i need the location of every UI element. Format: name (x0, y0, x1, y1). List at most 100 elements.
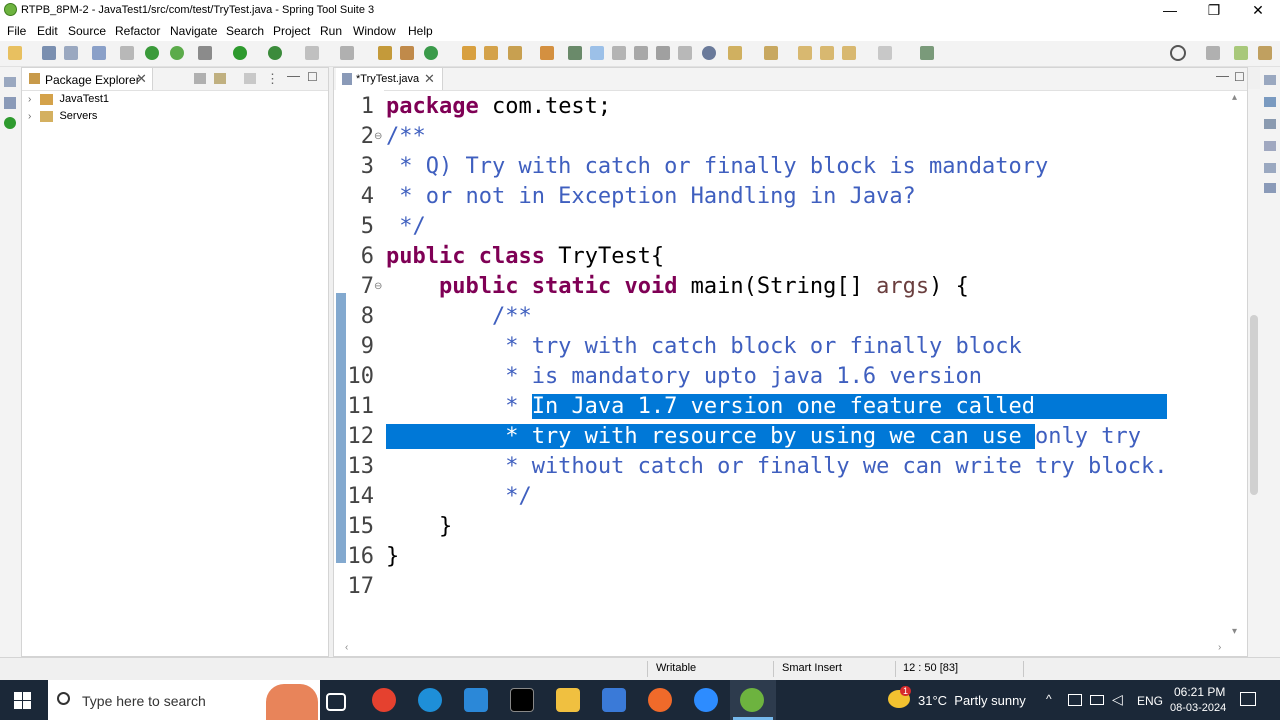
menu-project[interactable]: Project (273, 24, 310, 38)
menu-refactor[interactable]: Refactor (115, 24, 160, 38)
back-history-icon[interactable] (820, 46, 834, 60)
package-explorer-tab[interactable]: Package Explorer ✕ (22, 68, 153, 90)
minimize-view-icon[interactable]: — (287, 68, 300, 83)
fold-toggle-icon[interactable]: ⊖ (374, 131, 382, 142)
edge-icon[interactable] (418, 688, 442, 712)
code-line[interactable]: * In Java 1.7 version one feature called (386, 392, 1168, 422)
annotation-icon[interactable] (568, 46, 582, 60)
show-hidden-icons-icon[interactable]: ^ (1046, 692, 1052, 706)
windows-start-icon[interactable] (14, 692, 31, 709)
notifications-icon[interactable] (1240, 692, 1256, 706)
back-icon[interactable] (842, 46, 856, 60)
open-perspective-icon[interactable] (1206, 46, 1220, 60)
store-icon[interactable] (602, 688, 626, 712)
view-menu-icon[interactable]: ⋮ (266, 71, 279, 87)
code-line[interactable]: package com.test; (386, 92, 611, 122)
expand-arrow-icon[interactable]: › (28, 111, 31, 122)
terminal-icon[interactable] (92, 46, 106, 60)
close-tab-icon[interactable]: ✕ (424, 71, 435, 87)
mark-occurrences-icon[interactable] (590, 46, 604, 60)
spring-tool-suite-taskbar-icon[interactable] (740, 688, 764, 712)
chrome-icon[interactable] (372, 688, 396, 712)
restore-view-icon[interactable] (1264, 163, 1276, 173)
restore-button[interactable]: ❐ (1192, 0, 1236, 21)
java-perspective-icon[interactable] (1234, 46, 1248, 60)
minimize-button[interactable]: — (1148, 0, 1192, 21)
search-icon[interactable] (1170, 45, 1186, 61)
new-icon[interactable] (8, 46, 22, 60)
block-selection-icon[interactable] (634, 46, 648, 60)
spring-boot-dashboard-icon[interactable] (4, 117, 16, 129)
editor-horizontal-scrollbar[interactable]: ‹ › (345, 642, 1230, 656)
menu-edit[interactable]: Edit (37, 24, 58, 38)
new-java-project-icon[interactable] (378, 46, 392, 60)
stop-icon[interactable] (305, 46, 319, 60)
show-whitespace-icon[interactable] (656, 46, 670, 60)
menu-run[interactable]: Run (320, 24, 342, 38)
previous-annotation-icon[interactable] (764, 46, 778, 60)
code-line[interactable]: } (386, 512, 452, 542)
menu-navigate[interactable]: Navigate (170, 24, 217, 38)
collapse-all-icon[interactable] (194, 73, 206, 84)
taskbar-search-box[interactable]: Type here to search (48, 680, 320, 720)
restore-view-icon[interactable] (4, 77, 16, 87)
code-line[interactable]: * Q) Try with catch or finally block is … (386, 152, 1048, 182)
focus-icon[interactable] (244, 73, 256, 84)
scroll-right-arrow-icon[interactable]: › (1218, 642, 1221, 653)
tree-item-servers[interactable]: › Servers (28, 110, 97, 126)
code-line[interactable]: * try with resource by using we can use … (386, 422, 1141, 452)
code-line[interactable]: */ (386, 482, 532, 512)
pilcrow-icon[interactable] (678, 46, 692, 60)
restore-outline-icon[interactable] (1264, 75, 1276, 85)
search-toolbar-icon[interactable] (540, 46, 554, 60)
fold-toggle-icon[interactable]: ⊖ (374, 281, 382, 292)
code-line[interactable]: /** (386, 122, 426, 152)
web-browser-icon[interactable] (702, 46, 716, 60)
close-tab-icon[interactable]: ✕ (136, 71, 147, 87)
debug-perspective-icon[interactable] (1258, 46, 1272, 60)
run-icon[interactable] (233, 46, 247, 60)
code-text-area[interactable]: 1 package com.test; 2 ⊖/** 3 * Q) Try with c… (334, 92, 1234, 652)
debug-icon[interactable] (198, 46, 212, 60)
terminal-taskbar-icon[interactable] (510, 688, 534, 712)
skip-breakpoints-icon[interactable] (120, 46, 134, 60)
open-task-icon[interactable] (508, 46, 522, 60)
weather-text[interactable]: 31°C Partly sunny (918, 693, 1026, 708)
forward-icon[interactable] (878, 46, 892, 60)
new-class-icon[interactable] (424, 46, 438, 60)
new-package-icon[interactable] (400, 46, 414, 60)
scroll-left-arrow-icon[interactable]: ‹ (345, 642, 348, 653)
firefox-icon[interactable] (648, 688, 672, 712)
open-folder-icon[interactable] (484, 46, 498, 60)
battery-icon[interactable] (1090, 695, 1104, 705)
menu-window[interactable]: Window (353, 24, 396, 38)
minimize-editor-icon[interactable]: — (1216, 68, 1229, 83)
clock-date[interactable]: 08-03-2024 (1170, 702, 1226, 714)
menu-source[interactable]: Source (68, 24, 106, 38)
outline-view-icon[interactable] (1264, 97, 1276, 107)
network-icon[interactable] (1068, 694, 1082, 706)
expand-arrow-icon[interactable]: › (28, 94, 31, 105)
maximize-editor-icon[interactable]: ☐ (1234, 70, 1245, 84)
open-type-icon[interactable] (462, 46, 476, 60)
save-all-icon[interactable] (64, 46, 78, 60)
code-line[interactable]: /** (386, 302, 532, 332)
task-view-icon[interactable] (326, 693, 346, 711)
code-line[interactable]: * try with catch block or finally block (386, 332, 1022, 362)
volume-icon[interactable]: ◁ (1112, 691, 1123, 708)
code-line[interactable]: } (386, 542, 399, 572)
last-edit-icon[interactable] (798, 46, 812, 60)
connect-icon[interactable] (340, 46, 354, 60)
scroll-down-arrow-icon[interactable]: ▾ (1232, 626, 1237, 637)
menu-search[interactable]: Search (226, 24, 264, 38)
editor-tab-trytest[interactable]: *TryTest.java ✕ (336, 68, 443, 90)
code-line[interactable]: * without catch or finally we can write … (386, 452, 1167, 482)
task-list-icon[interactable] (1264, 119, 1276, 129)
pin-editor-icon[interactable] (920, 46, 934, 60)
file-explorer-icon[interactable] (556, 688, 580, 712)
menu-file[interactable]: File (7, 24, 26, 38)
scroll-up-arrow-icon[interactable]: ▴ (1232, 92, 1237, 103)
code-line[interactable]: * or not in Exception Handling in Java? (386, 182, 916, 212)
spring-boot-icon[interactable] (145, 46, 159, 60)
zoom-icon[interactable] (694, 688, 718, 712)
